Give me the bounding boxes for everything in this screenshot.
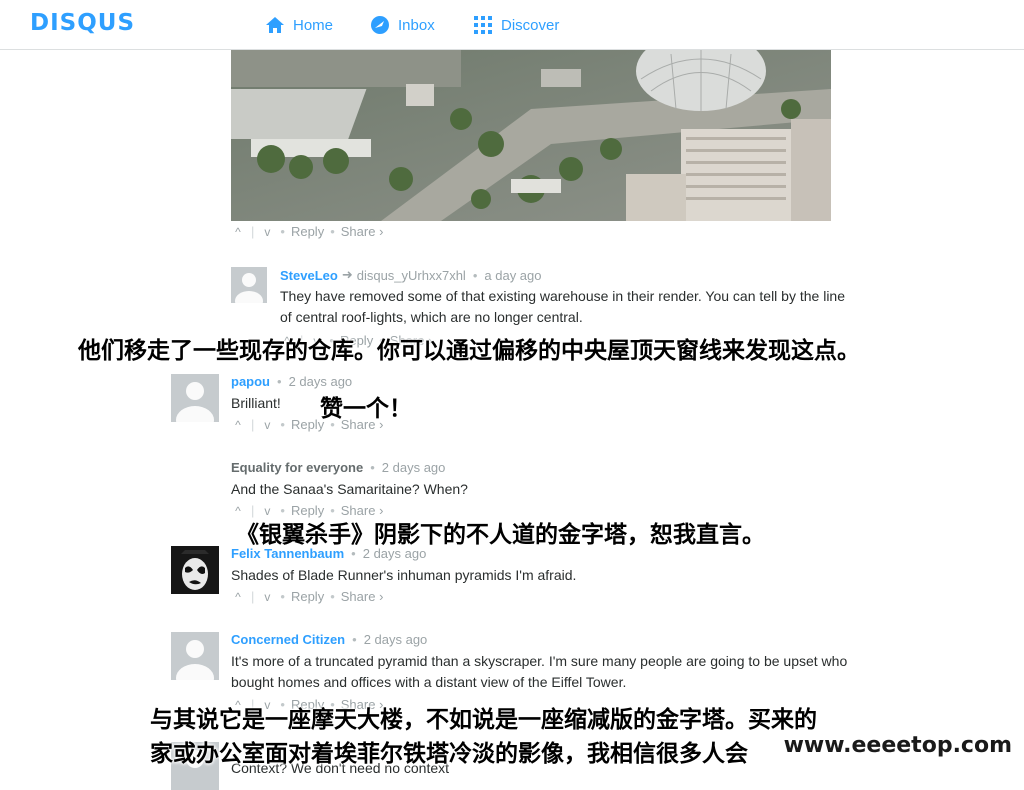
reply-button[interactable]: Reply	[291, 589, 324, 604]
avatar[interactable]	[171, 546, 219, 594]
subtitle-line: 赞一个！	[320, 396, 412, 422]
share-button[interactable]: Share ›	[341, 224, 384, 239]
reply-button[interactable]: Reply	[291, 224, 324, 239]
downvote-button[interactable]: v	[260, 418, 274, 432]
subtitle-line: 他们移走了一些现存的仓库。你可以通过偏移的中央屋顶天窗线来发现这点。	[78, 338, 860, 364]
comment-author[interactable]: Concerned Citizen	[231, 632, 345, 647]
discover-icon	[474, 16, 492, 34]
upvote-button[interactable]: ^	[231, 225, 245, 239]
avatar[interactable]	[231, 267, 267, 303]
user-silhouette-icon	[235, 273, 263, 303]
site-watermark: www.eeeetop.com	[783, 733, 1012, 758]
downvote-button[interactable]: v	[260, 590, 274, 604]
subtitle-line: 与其说它是一座摩天大楼，不如说是一座缩减版的金字塔。买来的	[150, 707, 817, 733]
user-silhouette-icon	[176, 640, 214, 680]
comment-timestamp[interactable]: 2 days ago	[364, 632, 428, 647]
avatar[interactable]	[171, 374, 219, 422]
comment-author[interactable]: papou	[231, 374, 270, 389]
reply-to-user[interactable]: disqus_yUrhxx7xhl	[357, 268, 466, 283]
share-button[interactable]: Share ›	[341, 589, 384, 604]
downvote-button[interactable]: v	[260, 225, 274, 239]
user-silhouette-icon	[176, 382, 214, 422]
comment-actions: ^ | v • Reply • Share ›	[231, 589, 383, 604]
disqus-logo[interactable]: DISQUS	[30, 10, 135, 36]
top-nav-bar: DISQUS Home Inbox Discover	[0, 0, 1024, 50]
comment-timestamp[interactable]: 2 days ago	[289, 374, 353, 389]
comment-meta: SteveLeo ➜ disqus_yUrhxx7xhl • a day ago	[280, 267, 542, 283]
subtitle-line: 家或办公室面对着埃菲尔铁塔冷淡的影像，我相信很多人会	[150, 741, 748, 767]
avatar[interactable]	[171, 632, 219, 680]
aerial-city-photo	[231, 49, 831, 221]
nav-inbox[interactable]: Inbox	[370, 14, 435, 36]
masked-face-avatar-icon	[171, 546, 219, 594]
photo-actions: ^ | v • Reply • Share ›	[231, 224, 383, 239]
comment-body: And the Sanaa's Samaritaine? When?	[231, 481, 468, 497]
comment-author[interactable]: Equality for everyone	[231, 460, 363, 475]
nav-discover[interactable]: Discover	[473, 14, 559, 36]
comment-meta: papou • 2 days ago	[231, 374, 353, 389]
upvote-button[interactable]: ^	[231, 590, 245, 604]
nav-inbox-label: Inbox	[398, 16, 435, 34]
inbox-icon	[371, 16, 389, 34]
reply-arrow-icon: ➜	[341, 267, 353, 282]
comment-meta: Equality for everyone • 2 days ago	[231, 460, 446, 475]
comment-body: It's more of a truncated pyramid than a …	[231, 653, 848, 690]
comment-meta: Concerned Citizen • 2 days ago	[231, 632, 428, 647]
nav-home-label: Home	[293, 16, 334, 34]
home-icon	[266, 17, 284, 33]
comment-body: They have removed some of that existing …	[280, 288, 846, 325]
nav-home[interactable]: Home	[265, 14, 333, 36]
comment-body: Shades of Blade Runner's inhuman pyramid…	[231, 567, 577, 583]
comment-author[interactable]: SteveLeo	[280, 268, 338, 283]
comment-timestamp[interactable]: a day ago	[484, 268, 541, 283]
subtitle-line: 《银翼杀手》阴影下的不人道的金字塔，恕我直言。	[236, 522, 765, 548]
upvote-button[interactable]: ^	[231, 418, 245, 432]
comment-timestamp[interactable]: 2 days ago	[382, 460, 446, 475]
nav-discover-label: Discover	[501, 16, 560, 34]
